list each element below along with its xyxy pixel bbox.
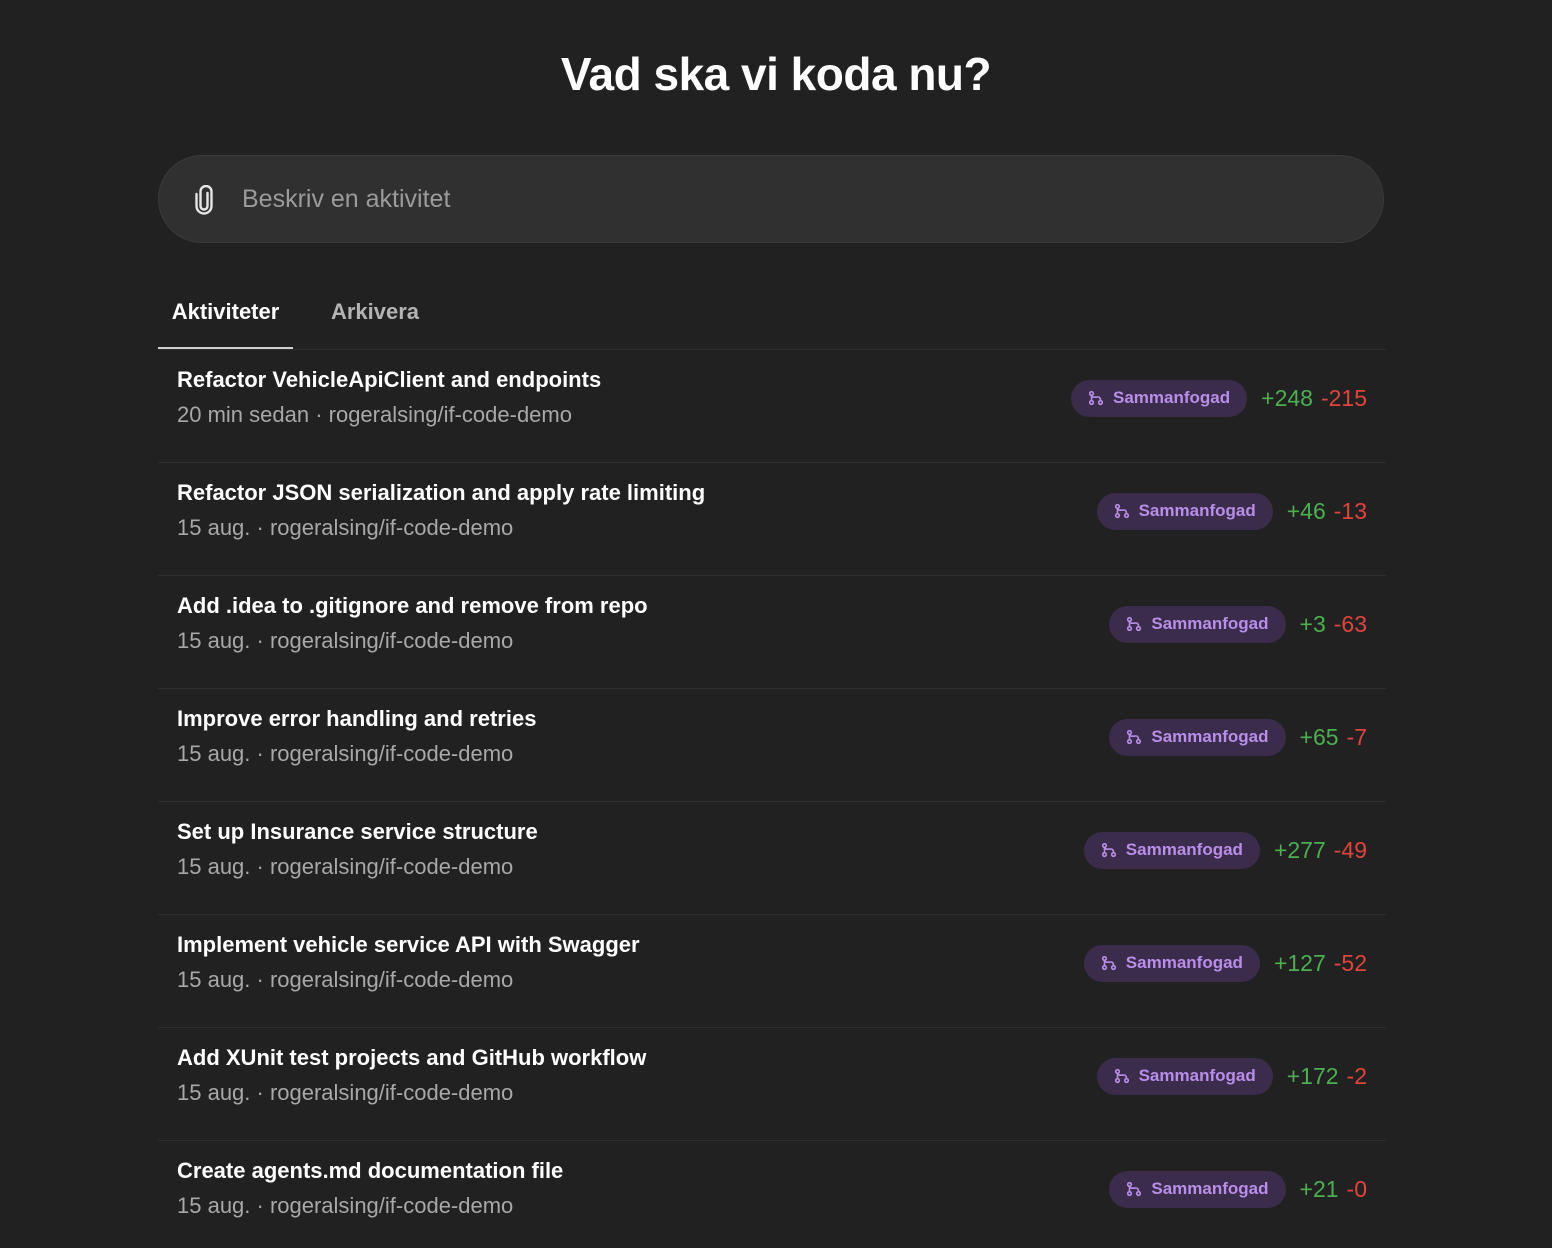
- status-label: Sammanfogad: [1151, 1179, 1269, 1198]
- lines-added: +46: [1286, 497, 1326, 524]
- lines-added: +248: [1261, 384, 1313, 411]
- merge-icon: [1088, 390, 1104, 406]
- merge-icon: [1114, 1068, 1129, 1084]
- tab-bar: Aktiviteter Arkivera: [158, 280, 1386, 350]
- task-title: Set up Insurance service structure: [177, 819, 538, 844]
- task-meta: 15 aug. · rogeralsing/if-code-demo: [177, 967, 514, 992]
- task-meta: 15 aug. · rogeralsing/if-code-demo: [177, 628, 514, 653]
- status-label: Sammanfogad: [1151, 727, 1269, 746]
- status-badge: Sammanfogad: [1109, 718, 1286, 756]
- task-meta: 15 aug. · rogeralsing/if-code-demo: [177, 1080, 514, 1105]
- task-stats: Sammanfogad +46 -13: [1096, 492, 1367, 530]
- status-badge: Sammanfogad: [1096, 1057, 1273, 1095]
- task-title: Refactor JSON serialization and apply ra…: [177, 480, 706, 505]
- task-meta: 15 aug. · rogeralsing/if-code-demo: [177, 515, 514, 540]
- lines-removed: -7: [1346, 723, 1367, 750]
- status-badge: Sammanfogad: [1083, 831, 1260, 869]
- task-stats: Sammanfogad +277 -49: [1083, 831, 1367, 869]
- lines-added: +3: [1299, 610, 1326, 637]
- status-label: Sammanfogad: [1125, 840, 1243, 859]
- task-list: Refactor VehicleApiClient and endpoints …: [158, 350, 1386, 1248]
- lines-added: +172: [1286, 1062, 1339, 1089]
- task-row[interactable]: Refactor VehicleApiClient and endpoints …: [158, 350, 1386, 463]
- task-title: Refactor VehicleApiClient and endpoints: [177, 367, 602, 392]
- merge-icon: [1127, 729, 1142, 745]
- lines-removed: -52: [1333, 949, 1367, 976]
- task-stats: Sammanfogad +172 -2: [1096, 1057, 1367, 1095]
- attach-button[interactable]: [190, 184, 218, 216]
- task-title: Add XUnit test projects and GitHub workf…: [177, 1045, 647, 1070]
- lines-removed: -13: [1333, 497, 1367, 524]
- task-title: Implement vehicle service API with Swagg…: [177, 932, 640, 957]
- status-label: Sammanfogad: [1125, 953, 1243, 972]
- task-row[interactable]: Set up Insurance service structure 15 au…: [158, 802, 1386, 915]
- paperclip-icon: [195, 185, 213, 215]
- status-badge: Sammanfogad: [1109, 1170, 1286, 1208]
- merge-icon: [1114, 503, 1129, 519]
- task-row[interactable]: Improve error handling and retries 15 au…: [158, 689, 1386, 802]
- lines-removed: -2: [1346, 1062, 1367, 1089]
- task-row[interactable]: Add .idea to .gitignore and remove from …: [158, 576, 1386, 689]
- task-description-input[interactable]: [242, 156, 1342, 242]
- status-label: Sammanfogad: [1113, 388, 1231, 407]
- task-stats: Sammanfogad +248 -215: [1071, 379, 1367, 417]
- lines-added: +127: [1273, 949, 1326, 976]
- status-label: Sammanfogad: [1138, 1066, 1256, 1085]
- task-title: Add .idea to .gitignore and remove from …: [177, 593, 648, 618]
- task-stats: Sammanfogad +127 -52: [1083, 944, 1367, 982]
- task-stats: Sammanfogad +3 -63: [1109, 605, 1367, 643]
- lines-removed: -63: [1333, 610, 1367, 637]
- page-title: Vad ska vi koda nu?: [560, 48, 992, 100]
- task-row[interactable]: Add XUnit test projects and GitHub workf…: [158, 1028, 1386, 1141]
- status-label: Sammanfogad: [1151, 614, 1269, 633]
- lines-added: +277: [1273, 836, 1326, 863]
- lines-removed: -49: [1333, 836, 1367, 863]
- status-label: Sammanfogad: [1138, 501, 1256, 520]
- task-row[interactable]: Create agents.md documentation file 15 a…: [158, 1141, 1386, 1248]
- tab-arkivera[interactable]: Arkivera: [320, 280, 430, 349]
- status-badge: Sammanfogad: [1071, 379, 1248, 417]
- task-title: Create agents.md documentation file: [177, 1158, 564, 1183]
- status-badge: Sammanfogad: [1109, 605, 1286, 643]
- tab-aktiviteter[interactable]: Aktiviteter: [158, 280, 293, 349]
- task-meta: 15 aug. · rogeralsing/if-code-demo: [177, 1193, 514, 1218]
- merge-icon: [1101, 955, 1116, 971]
- lines-removed: -215: [1320, 384, 1367, 411]
- task-meta: 15 aug. · rogeralsing/if-code-demo: [177, 854, 514, 879]
- task-composer: [158, 155, 1384, 243]
- task-stats: Sammanfogad +21 -0: [1109, 1170, 1367, 1208]
- task-row[interactable]: Implement vehicle service API with Swagg…: [158, 915, 1386, 1028]
- merge-icon: [1127, 1181, 1142, 1197]
- lines-removed: -0: [1346, 1175, 1367, 1202]
- task-meta: 15 aug. · rogeralsing/if-code-demo: [177, 741, 514, 766]
- lines-added: +21: [1299, 1175, 1339, 1202]
- tasks-page: Vad ska vi koda nu? Aktiviteter Arkivera…: [0, 0, 1552, 1248]
- status-badge: Sammanfogad: [1083, 944, 1260, 982]
- task-stats: Sammanfogad +65 -7: [1109, 718, 1367, 756]
- status-badge: Sammanfogad: [1096, 492, 1273, 530]
- lines-added: +65: [1299, 723, 1339, 750]
- merge-icon: [1101, 842, 1116, 858]
- task-meta: 20 min sedan · rogeralsing/if-code-demo: [177, 402, 572, 427]
- merge-icon: [1127, 616, 1142, 632]
- task-title: Improve error handling and retries: [177, 706, 537, 731]
- task-row[interactable]: Refactor JSON serialization and apply ra…: [158, 463, 1386, 576]
